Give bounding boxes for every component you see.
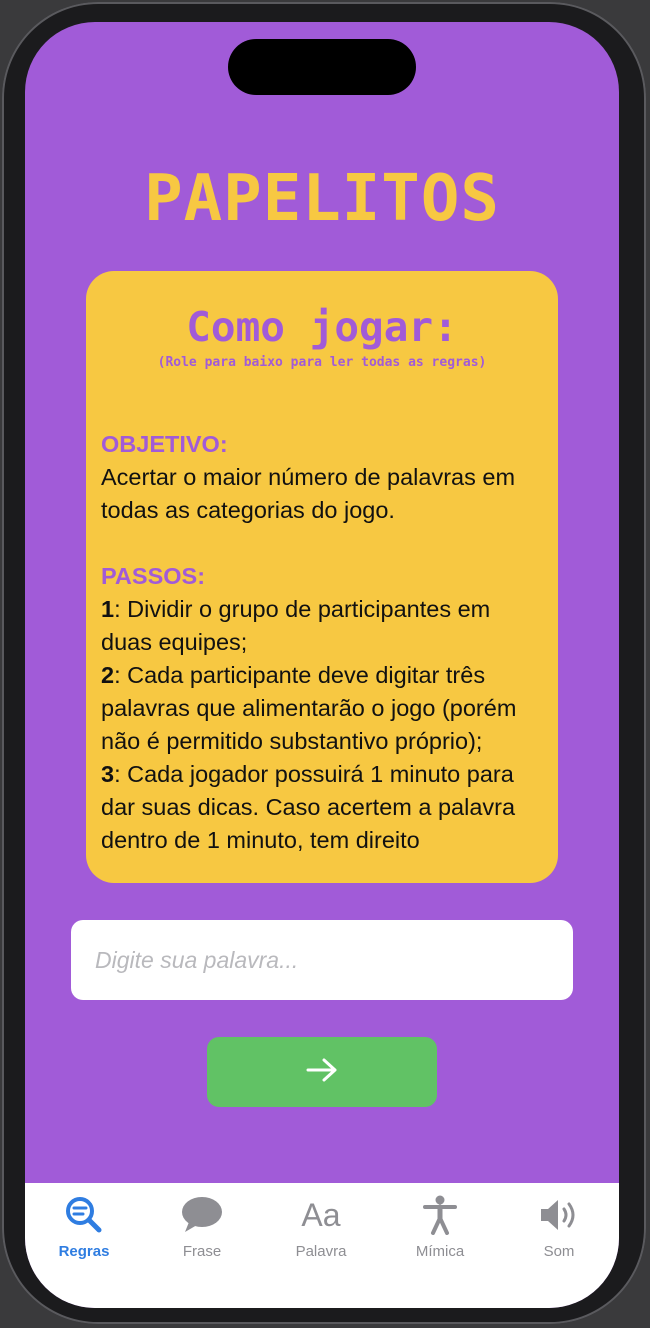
tab-som[interactable]: Som	[500, 1183, 618, 1263]
steps-label: PASSOS:	[101, 563, 206, 589]
step-text: : Cada participante deve digitar três pa…	[101, 662, 517, 754]
tab-frase[interactable]: Frase	[143, 1183, 261, 1263]
tab-regras[interactable]: Regras	[25, 1183, 143, 1263]
step-text: : Cada jogador possuirá 1 minuto para da…	[101, 761, 516, 853]
rule-step: 1: Dividir o grupo de participantes em d…	[101, 593, 543, 659]
tab-palavra[interactable]: Aa Palavra	[262, 1183, 380, 1263]
dynamic-island	[228, 39, 416, 95]
speech-bubble-icon	[181, 1193, 223, 1237]
tab-mimica[interactable]: Mímica	[381, 1183, 499, 1263]
step-number: 3	[101, 761, 115, 787]
step-number: 2	[101, 662, 115, 688]
word-input[interactable]	[71, 920, 573, 1000]
app-screen: PAPELITOS Como jogar: (Role para baixo p…	[25, 22, 619, 1308]
rule-step: 2: Cada participante deve digitar três p…	[101, 659, 543, 758]
text-aa-icon: Aa	[301, 1193, 340, 1237]
app-title: PAPELITOS	[144, 162, 500, 236]
speaker-icon	[538, 1193, 580, 1237]
tab-label: Regras	[58, 1243, 110, 1260]
rules-card[interactable]: Como jogar: (Role para baixo para ler to…	[86, 271, 558, 883]
step-number: 1	[101, 596, 115, 622]
aa-glyph: Aa	[301, 1197, 341, 1233]
rule-step: 3: Cada jogador possuirá 1 minuto para d…	[101, 758, 543, 857]
rules-scroll-hint: (Role para baixo para ler todas as regra…	[157, 355, 487, 370]
rules-body: OBJETIVO: Acertar o maior número de pala…	[86, 370, 558, 857]
tab-label: Som	[543, 1243, 575, 1260]
arrow-right-icon	[305, 1057, 339, 1088]
tab-label: Frase	[182, 1243, 222, 1260]
objective-text: Acertar o maior número de palavras em to…	[101, 464, 516, 523]
next-button[interactable]	[207, 1037, 437, 1107]
accessibility-person-icon	[422, 1193, 458, 1237]
tab-label: Mímica	[415, 1243, 465, 1260]
tab-bar: Regras Frase Aa Palavra Mímica Som	[25, 1183, 619, 1308]
step-text: : Dividir o grupo de participantes em du…	[101, 596, 491, 655]
objective-label: OBJETIVO:	[101, 431, 228, 457]
rules-heading: Como jogar:	[186, 303, 458, 351]
magnifier-icon	[64, 1193, 104, 1237]
tab-label: Palavra	[295, 1243, 347, 1260]
